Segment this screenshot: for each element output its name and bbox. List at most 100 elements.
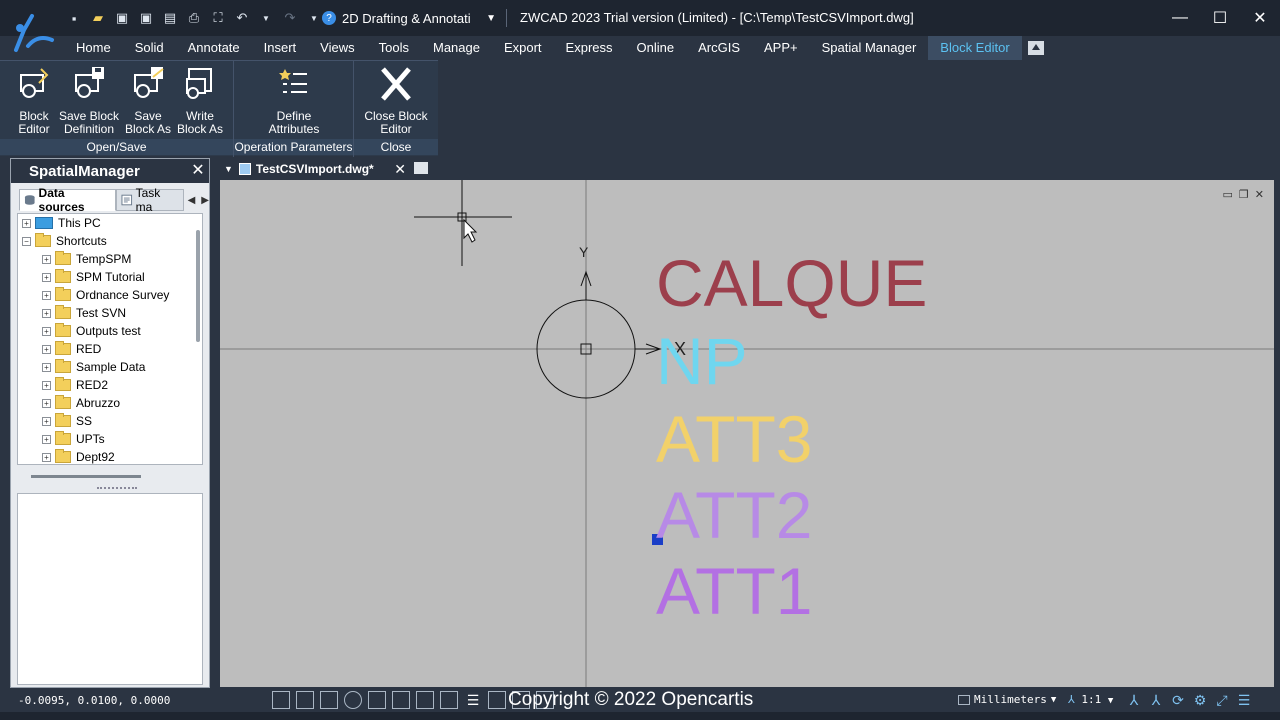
document-tab[interactable]: ▼ TestCSVImport.dwg* ✕	[220, 158, 410, 180]
tree-item[interactable]: + Abruzzo	[18, 394, 202, 412]
tree-item[interactable]: + UPTs	[18, 430, 202, 448]
expand-icon[interactable]: +	[42, 254, 51, 264]
auto-scale-icon[interactable]: ⅄	[1148, 692, 1164, 708]
write-block-as-button[interactable]: Write Block As	[174, 65, 226, 136]
tab-task-manager[interactable]: Task ma	[116, 186, 184, 214]
tree-item[interactable]: + SPM Tutorial	[18, 268, 202, 286]
annotation-visibility-icon[interactable]: ⅄	[1126, 692, 1142, 708]
settings-gear-icon[interactable]: ⚙	[1192, 692, 1208, 708]
tree-item[interactable]: + TempSPM	[18, 250, 202, 268]
tab-spatial-manager[interactable]: Spatial Manager	[810, 36, 929, 60]
units-select[interactable]: Millimeters ▼	[958, 693, 1056, 706]
undo-dropdown-icon[interactable]: ▼	[256, 8, 276, 28]
tree-item[interactable]: + SS	[18, 412, 202, 430]
tree-item[interactable]: − Shortcuts	[18, 232, 202, 250]
zwcad-logo-icon[interactable]	[6, 6, 58, 54]
viewport-restore-icon[interactable]: ❐	[1239, 188, 1249, 201]
splitter-grip[interactable]	[97, 487, 137, 490]
tab-views[interactable]: Views	[308, 36, 366, 60]
tree-item[interactable]: + Test SVN	[18, 304, 202, 322]
save-all-icon[interactable]: ▤	[160, 8, 180, 28]
workspace-switch-icon[interactable]: ⟳	[1170, 692, 1186, 708]
attribute-np[interactable]: NP	[656, 328, 748, 394]
customize-menu-icon[interactable]: ☰	[1236, 692, 1252, 708]
print-icon[interactable]: ⎙	[184, 8, 204, 28]
expand-icon[interactable]: +	[42, 362, 51, 372]
tree-item[interactable]: + RED	[18, 340, 202, 358]
close-icon[interactable]: ✕	[1240, 0, 1280, 36]
chevron-right-icon[interactable]: ▶	[201, 195, 209, 206]
ortho-mode-icon[interactable]	[320, 691, 338, 709]
attribute-att3[interactable]: ATT3	[656, 406, 812, 472]
minimize-ribbon-icon[interactable]	[1027, 41, 1044, 55]
tree-item[interactable]: + Outputs test	[18, 322, 202, 340]
tab-app-plus[interactable]: APP+	[752, 36, 810, 60]
tree-item[interactable]: + RED2	[18, 376, 202, 394]
fullscreen-icon[interactable]: ⤢	[1214, 692, 1230, 708]
expand-icon[interactable]: +	[42, 380, 51, 390]
save-block-definition-button[interactable]: Save Block Definition	[58, 65, 120, 136]
expand-icon[interactable]: +	[22, 218, 31, 228]
tab-block-editor[interactable]: Block Editor	[928, 36, 1022, 60]
tree-item[interactable]: + Ordnance Survey	[18, 286, 202, 304]
close-block-editor-button[interactable]: Close Block Editor	[358, 65, 434, 136]
close-icon[interactable]: ✕	[189, 161, 207, 179]
expand-icon[interactable]: +	[42, 326, 51, 336]
annotation-scale[interactable]: ⅄ 1:1 ▼	[1068, 693, 1113, 706]
tree-horizontal-scrollbar[interactable]	[31, 475, 141, 478]
tab-solid[interactable]: Solid	[123, 36, 176, 60]
dynamic-input-icon[interactable]	[440, 691, 458, 709]
block-editor-button[interactable]: Block Editor	[8, 65, 60, 136]
viewport-close-icon[interactable]: ✕	[1255, 188, 1264, 201]
viewport-minimize-icon[interactable]: ▭	[1223, 188, 1233, 201]
object-snap-icon[interactable]	[368, 691, 386, 709]
maximize-icon[interactable]: ☐	[1200, 0, 1240, 36]
tree-item[interactable]: + This PC	[18, 214, 202, 232]
expand-icon[interactable]: +	[42, 272, 51, 282]
attribute-calque[interactable]: CALQUE	[656, 250, 927, 316]
snap-mode-icon[interactable]	[296, 691, 314, 709]
tab-arcgis[interactable]: ArcGIS	[686, 36, 752, 60]
tab-online[interactable]: Online	[625, 36, 687, 60]
expand-icon[interactable]: +	[42, 308, 51, 318]
tab-export[interactable]: Export	[492, 36, 554, 60]
redo-icon[interactable]: ↷	[280, 8, 300, 28]
save-block-as-button[interactable]: Save Block As	[122, 65, 174, 136]
tab-express[interactable]: Express	[554, 36, 625, 60]
chevron-left-icon[interactable]: ◀	[188, 195, 196, 206]
expand-icon[interactable]: +	[42, 434, 51, 444]
save-icon[interactable]: ▣	[112, 8, 132, 28]
tab-data-sources[interactable]: Data sources	[19, 186, 117, 214]
save-as-icon[interactable]: ▣	[136, 8, 156, 28]
expand-icon[interactable]: +	[42, 398, 51, 408]
undo-icon[interactable]: ↶	[232, 8, 252, 28]
tree-item[interactable]: + Sample Data	[18, 358, 202, 376]
attribute-att1[interactable]: ATT1	[656, 558, 812, 624]
expand-icon[interactable]: +	[42, 290, 51, 300]
new-file-icon[interactable]: ▪	[64, 8, 84, 28]
expand-icon[interactable]: +	[42, 344, 51, 354]
close-icon[interactable]: ✕	[394, 161, 406, 178]
grid-display-icon[interactable]	[272, 691, 290, 709]
new-document-tab-icon[interactable]	[414, 162, 428, 174]
tab-tools[interactable]: Tools	[367, 36, 421, 60]
tab-insert[interactable]: Insert	[252, 36, 309, 60]
open-folder-icon[interactable]: ▰	[88, 8, 108, 28]
tab-annotate[interactable]: Annotate	[176, 36, 252, 60]
expand-icon[interactable]: +	[42, 452, 51, 462]
attribute-att2[interactable]: ATT2	[656, 482, 812, 548]
object-snap-tracking-icon[interactable]	[392, 691, 410, 709]
polar-tracking-icon[interactable]	[344, 691, 362, 709]
zoom-extents-icon[interactable]: ⛶	[208, 8, 228, 28]
qat-customize-icon[interactable]: ▼	[304, 8, 324, 28]
document-menu-icon[interactable]: ▼	[224, 164, 233, 174]
expand-icon[interactable]: +	[42, 416, 51, 426]
define-attributes-button[interactable]: Define Attributes	[258, 65, 330, 136]
tab-home[interactable]: Home	[64, 36, 123, 60]
help-icon[interactable]: ?	[322, 11, 336, 25]
minimize-icon[interactable]: —	[1160, 0, 1200, 36]
collapse-icon[interactable]: −	[22, 236, 31, 246]
transparency-icon[interactable]	[488, 691, 506, 709]
workspace-select[interactable]: ? 2D Drafting & Annotati ▼	[322, 8, 496, 28]
lineweight-icon[interactable]: ☰	[464, 691, 482, 709]
